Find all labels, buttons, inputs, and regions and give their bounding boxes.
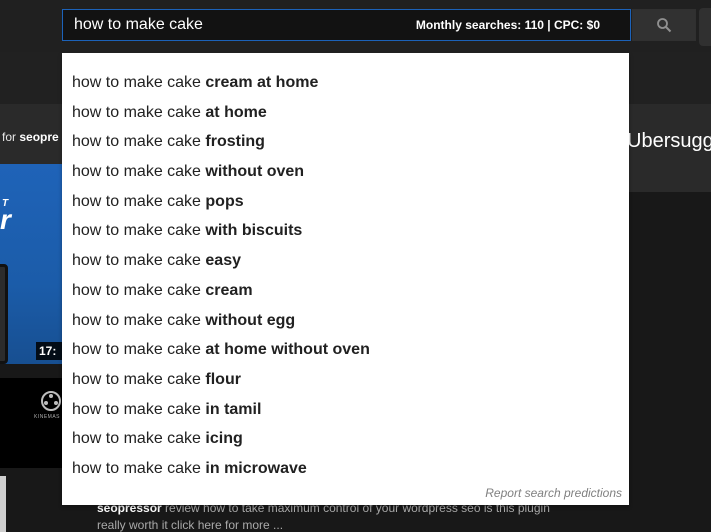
banner-right-text: Ubersugg <box>627 130 711 152</box>
keyword-metrics: Monthly searches: 110 | CPC: $0 <box>415 18 600 32</box>
sidebar-edge <box>0 476 6 532</box>
suggestion-item[interactable]: how to make cake at home without oven <box>62 335 629 365</box>
suggestion-item[interactable]: how to make cake cream <box>62 276 629 306</box>
search-suggestions-dropdown: how to make cake cream at home how to ma… <box>62 53 629 505</box>
suggestion-item[interactable]: how to make cake flour <box>62 365 629 395</box>
video-thumbnail[interactable]: T r 17: <box>0 164 62 364</box>
thumbnail-device-graphic <box>0 264 8 364</box>
description-line-2: really worth it click here for more ... <box>97 518 284 532</box>
suggestion-item[interactable]: how to make cake with biscuits <box>62 216 629 246</box>
suggestion-item[interactable]: how to make cake at home <box>62 98 629 128</box>
youtube-page: Monthly searches: 110 | CPC: $0 for seop… <box>0 0 711 532</box>
masthead-button-edge[interactable] <box>699 8 711 46</box>
suggestion-item[interactable]: how to make cake in microwave <box>62 454 629 484</box>
suggestion-item[interactable]: how to make cake cream at home <box>62 68 629 98</box>
suggestion-item[interactable]: how to make cake pops <box>62 187 629 217</box>
suggestion-item[interactable]: how to make cake icing <box>62 424 629 454</box>
search-icon <box>657 18 672 33</box>
thumbnail-text-large: r <box>0 204 11 235</box>
suggestion-item[interactable]: how to make cake without oven <box>62 157 629 187</box>
search-button[interactable] <box>632 9 696 41</box>
suggestion-item[interactable]: how to make cake in tamil <box>62 395 629 425</box>
search-box[interactable]: Monthly searches: 110 | CPC: $0 <box>62 9 631 41</box>
kinemaster-logo-icon <box>41 391 61 411</box>
report-search-predictions-link[interactable]: Report search predictions <box>485 486 622 500</box>
search-input[interactable] <box>74 10 374 40</box>
suggestion-item[interactable]: how to make cake frosting <box>62 127 629 157</box>
kinemaster-label: KINEMAS <box>34 414 61 420</box>
banner-left-text: for seopre <box>2 130 59 144</box>
video-duration-badge: 17: <box>36 342 62 360</box>
suggestion-item[interactable]: how to make cake easy <box>62 246 629 276</box>
suggestion-item[interactable]: how to make cake without egg <box>62 306 629 336</box>
suggestion-list: how to make cake cream at home how to ma… <box>62 68 629 484</box>
